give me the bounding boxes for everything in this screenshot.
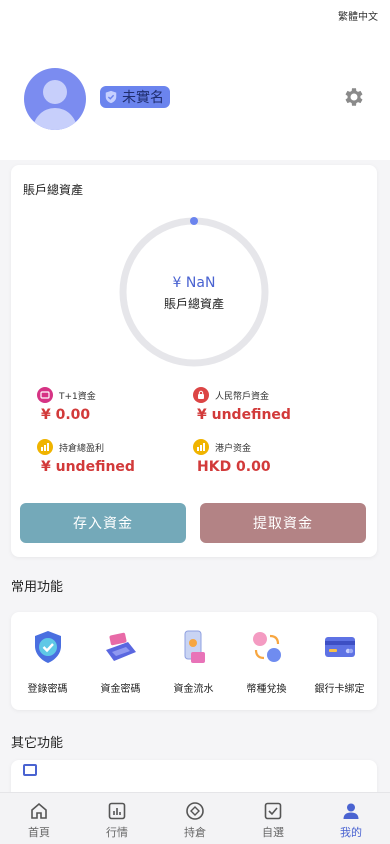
avatar[interactable] bbox=[24, 68, 86, 130]
wallet-icon bbox=[37, 387, 53, 403]
tab-label: 行情 bbox=[106, 826, 128, 839]
stat-value: ¥ undefined bbox=[197, 407, 291, 423]
language-switch[interactable]: 繁體中文 bbox=[338, 8, 378, 23]
bar-chart-icon bbox=[37, 439, 53, 455]
phone-wallet-icon bbox=[184, 630, 205, 663]
stat-label: 持倉總盈利 bbox=[59, 443, 105, 454]
func-currency-exchange[interactable]: 幣種兌換 bbox=[230, 612, 303, 710]
other-functions-title: 其它功能 bbox=[11, 736, 64, 751]
currency-exchange-icon bbox=[253, 632, 281, 662]
card-terminal-icon bbox=[106, 632, 136, 661]
stat-label: 港户资金 bbox=[215, 443, 252, 454]
tab-mine[interactable]: 我的 bbox=[312, 793, 390, 844]
asset-card: 賬戶總資產 ¥ NaN 賬戶總資產 T+1資金 ¥ 0.00 人民幣戶資金 ¥ … bbox=[11, 165, 377, 557]
bottom-tab-bar: 首頁 行情 持倉 自選 我的 bbox=[0, 792, 390, 844]
document-icon[interactable] bbox=[23, 764, 37, 776]
position-icon bbox=[186, 802, 204, 820]
func-label: 資金流水 bbox=[173, 684, 214, 695]
tab-label: 持倉 bbox=[184, 826, 206, 839]
tab-label: 自選 bbox=[262, 826, 284, 839]
profile-header: 繁體中文 未實名 bbox=[0, 0, 390, 160]
chart-icon bbox=[108, 802, 126, 820]
tab-market[interactable]: 行情 bbox=[78, 793, 156, 844]
func-fund-password[interactable]: 資金密碼 bbox=[84, 612, 157, 710]
lock-icon bbox=[193, 387, 209, 403]
stat-value: HKD 0.00 bbox=[197, 459, 271, 475]
func-label: 銀行卡綁定 bbox=[314, 684, 365, 695]
user-icon bbox=[343, 803, 359, 819]
bar-chart-icon bbox=[193, 439, 209, 455]
avatar-body bbox=[33, 108, 77, 130]
func-label: 幣種兌換 bbox=[246, 684, 287, 695]
total-asset-label: 賬戶總資產 bbox=[163, 297, 224, 311]
tab-watchlist[interactable]: 自選 bbox=[234, 793, 312, 844]
tab-label: 我的 bbox=[340, 826, 362, 839]
asset-card-title: 賬戶總資產 bbox=[23, 183, 84, 197]
bank-card-icon bbox=[325, 637, 355, 657]
shield-check-icon bbox=[35, 631, 61, 663]
verify-status-badge[interactable]: 未實名 bbox=[100, 86, 170, 108]
home-icon bbox=[31, 802, 47, 819]
common-functions-title: 常用功能 bbox=[11, 580, 64, 595]
shield-icon bbox=[105, 90, 117, 104]
total-asset-amount: ¥ NaN bbox=[172, 275, 216, 291]
withdraw-button[interactable]: 提取資金 bbox=[200, 503, 366, 543]
checkbox-icon bbox=[264, 802, 282, 820]
stat-value: ¥ undefined bbox=[41, 459, 135, 475]
func-label: 登錄密碼 bbox=[27, 684, 68, 695]
stat-label: 人民幣戶資金 bbox=[215, 391, 270, 402]
func-bank-card[interactable]: 銀行卡綁定 bbox=[303, 612, 376, 710]
tab-label: 首頁 bbox=[28, 826, 50, 839]
stat-t1-funds: T+1資金 ¥ 0.00 bbox=[37, 387, 197, 423]
stat-hk-funds: 港户资金 HKD 0.00 bbox=[193, 439, 353, 475]
tab-home[interactable]: 首頁 bbox=[0, 793, 78, 844]
deposit-button[interactable]: 存入資金 bbox=[20, 503, 186, 543]
stat-label: T+1資金 bbox=[59, 391, 96, 402]
tab-positions[interactable]: 持倉 bbox=[156, 793, 234, 844]
stat-holding-profit: 持倉總盈利 ¥ undefined bbox=[37, 439, 197, 475]
func-label: 資金密碼 bbox=[100, 684, 141, 695]
gear-icon[interactable] bbox=[342, 85, 366, 109]
avatar-head bbox=[43, 80, 67, 104]
asset-ring-chart bbox=[119, 217, 269, 367]
stat-rmb-funds: 人民幣戶資金 ¥ undefined bbox=[193, 387, 353, 423]
stat-value: ¥ 0.00 bbox=[41, 407, 91, 423]
func-login-password[interactable]: 登錄密碼 bbox=[11, 612, 84, 710]
verify-status-label: 未實名 bbox=[122, 90, 164, 106]
common-functions-card: 登錄密碼 資金密碼 資金流水 幣種兌換 銀行卡綁定 bbox=[11, 612, 377, 710]
func-fund-flow[interactable]: 資金流水 bbox=[157, 612, 230, 710]
